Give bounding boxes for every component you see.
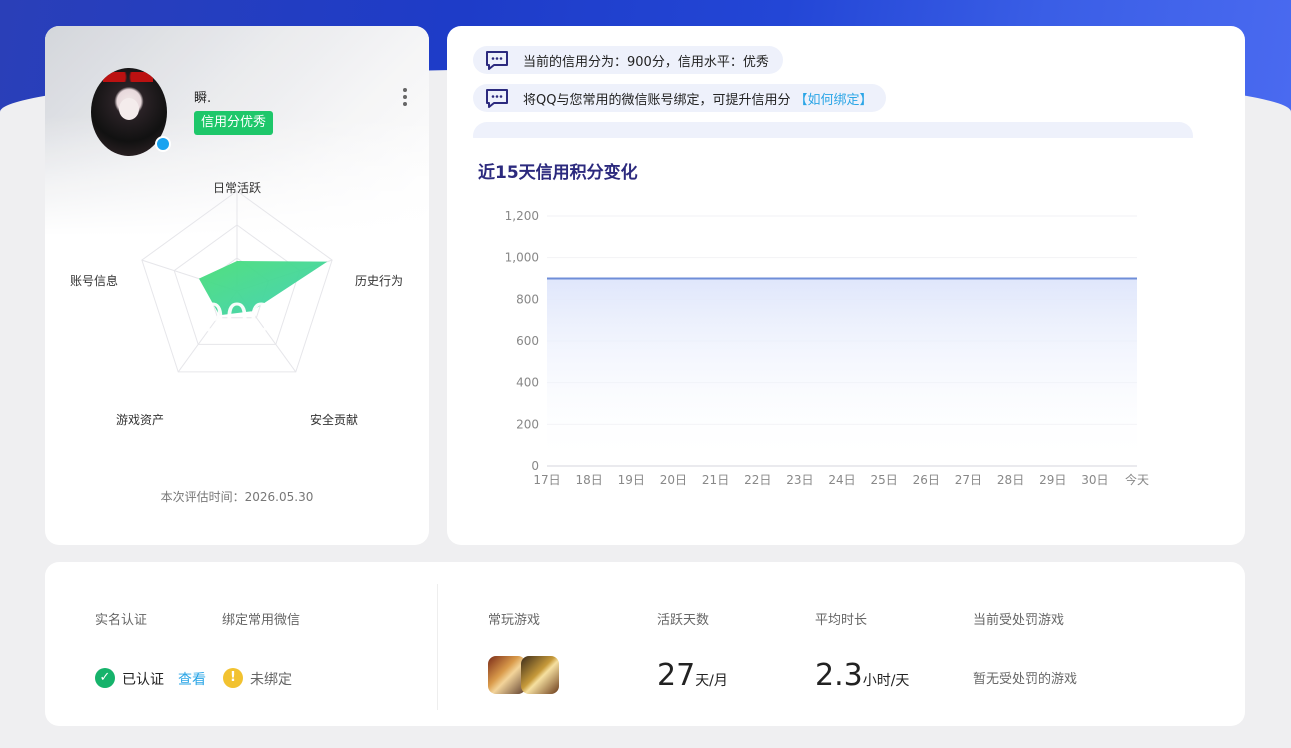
tips-list: 当前的信用分为：900分，信用水平：优秀 将QQ与您常用的微信账号绑定，可提升信… (473, 46, 1193, 138)
x-tick-label: 29日 (1039, 473, 1066, 487)
credit-level-tag: 信用分优秀 (194, 111, 274, 135)
tip-item-partial (473, 122, 1193, 138)
qq-icon (155, 136, 171, 152)
avg-time-unit: 小时/天 (862, 673, 910, 689)
series-area (547, 278, 1137, 466)
check-icon: ✓ (95, 668, 115, 688)
verified-status: 已认证 (122, 672, 164, 688)
y-tick-label: 600 (516, 334, 539, 348)
active-days-unit: 天/月 (695, 673, 728, 689)
y-tick-label: 0 (531, 459, 539, 473)
message-icon (485, 50, 509, 70)
credit-line-chart: 0 200 400 600 800 1,000 1,200 17日 18日 19日 20日 21日 22… (505, 209, 1149, 487)
message-icon (485, 88, 509, 108)
avg-time-value: 2.3小时/天 (815, 658, 909, 693)
frequent-games-label: 常玩游戏 (488, 613, 541, 628)
active-days-label: 活跃天数 (657, 613, 710, 628)
y-tick-label: 800 (516, 292, 539, 306)
avg-time-label: 平均时长 (815, 613, 868, 628)
tip-text: 将QQ与您常用的微信账号绑定，可提升信用分 (523, 92, 791, 108)
y-tick-label: 1,200 (505, 209, 539, 223)
radar-label-history: 历史行为 (355, 274, 403, 288)
chart-title: 近15天信用积分变化 (478, 163, 638, 183)
tip-item: 当前的信用分为：900分，信用水平：优秀 (473, 46, 783, 74)
active-days-value: 27天/月 (657, 658, 728, 693)
x-tick-label: 19日 (618, 473, 645, 487)
username: 瞬. (194, 91, 212, 106)
avg-time-number: 2.3 (815, 658, 863, 693)
y-tick-label: 1,000 (505, 251, 539, 265)
credit-chart-card: 当前的信用分为：900分，信用水平：优秀 将QQ与您常用的微信账号绑定，可提升信… (447, 26, 1245, 545)
radar-label-assets: 游戏资产 (116, 413, 164, 427)
active-days-number: 27 (657, 658, 696, 693)
wechat-bind-label: 绑定常用微信 (222, 613, 301, 628)
stats-card: 实名认证 绑定常用微信 ✓ 已认证 查看 ! 未绑定 常玩游戏 活跃天数 27天… (45, 562, 1245, 726)
penalty-games-value: 暂无受处罚的游戏 (973, 672, 1078, 687)
profile-card: 瞬. 信用分优秀 900 日常活跃 历史行为 安全贡献 游戏资产 账号信息 本次… (45, 26, 429, 545)
penalty-games-label: 当前受处罚游戏 (973, 613, 1065, 628)
x-tick-label: 18日 (576, 473, 603, 487)
x-tick-label: 26日 (913, 473, 940, 487)
real-name-label: 实名认证 (95, 613, 148, 628)
radar-label-security: 安全贡献 (310, 412, 358, 427)
x-tick-label: 28日 (997, 473, 1024, 487)
more-options-icon[interactable] (401, 88, 409, 108)
x-tick-label: 今天 (1125, 472, 1149, 487)
y-tick-label: 400 (516, 376, 539, 390)
x-tick-label: 24日 (828, 473, 855, 487)
radar-chart: 900 日常活跃 历史行为 安全贡献 游戏资产 账号信息 (70, 181, 403, 427)
x-tick-label: 27日 (955, 473, 982, 487)
x-tick-label: 22日 (744, 473, 771, 487)
divider (437, 584, 438, 710)
evaluation-time: 本次评估时间：2026.05.30 (160, 490, 314, 504)
x-tick-label: 20日 (660, 473, 687, 487)
x-tick-label: 21日 (702, 473, 729, 487)
radar-label-account: 账号信息 (70, 273, 118, 288)
x-tick-label: 25日 (871, 473, 898, 487)
x-tick-label: 30日 (1081, 473, 1108, 487)
x-tick-label: 17日 (533, 473, 560, 487)
game-icon[interactable] (521, 656, 559, 694)
score-value: 900 (201, 296, 274, 340)
radar-label-daily: 日常活跃 (213, 181, 261, 195)
tip-item: 将QQ与您常用的微信账号绑定，可提升信用分 【如何绑定】 (473, 84, 887, 112)
x-tick-label: 23日 (786, 473, 813, 487)
y-tick-label: 200 (516, 417, 539, 431)
how-to-bind-link[interactable]: 【如何绑定】 (794, 89, 872, 108)
warning-icon: ! (223, 668, 243, 688)
view-link[interactable]: 查看 (178, 669, 206, 689)
wechat-unbound-status: 未绑定 (250, 672, 292, 688)
tip-text: 当前的信用分为：900分，信用水平：优秀 (523, 54, 769, 70)
